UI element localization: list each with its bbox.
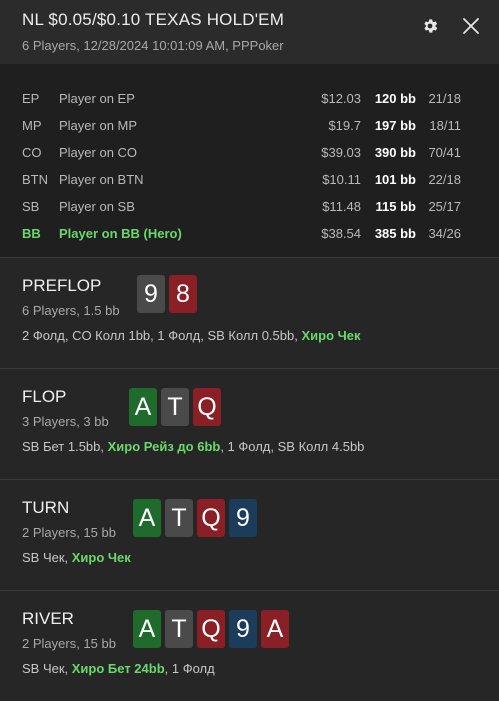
players-table: EP Player on EP $12.03 120 bb 21/18 MP P… bbox=[0, 64, 499, 257]
card: T bbox=[165, 499, 193, 537]
hole-cards: 9 8 bbox=[137, 275, 197, 313]
hero-player-row: BB Player on BB (Hero) $38.54 385 bb 34/… bbox=[0, 224, 499, 244]
player-row: MP Player on MP $19.7 197 bb 18/11 bbox=[0, 116, 499, 136]
player-position: BB bbox=[22, 226, 41, 241]
card: A bbox=[133, 499, 161, 537]
player-stack-bb: 390 bb bbox=[374, 145, 416, 160]
player-stack-bb: 385 bb bbox=[374, 226, 416, 241]
player-position: CO bbox=[22, 145, 42, 160]
close-icon[interactable] bbox=[458, 13, 484, 39]
hero-action: Хиро Рейз до 6bb bbox=[107, 439, 221, 454]
player-stack: $10.11 bbox=[322, 172, 361, 187]
player-name: Player on SB bbox=[59, 199, 135, 214]
player-stack-bb: 101 bb bbox=[374, 172, 416, 187]
board-cards: A T Q 9 A bbox=[133, 610, 289, 648]
card: 8 bbox=[169, 275, 197, 313]
player-name: Player on MP bbox=[59, 118, 138, 133]
player-position: SB bbox=[22, 199, 40, 214]
board-cards: A T Q bbox=[129, 388, 221, 426]
player-stack: $12.03 bbox=[321, 91, 361, 106]
street-actions: SB Чек, Хиро Бет 24bb, 1 Фолд bbox=[22, 661, 215, 676]
street-actions: 2 Фолд, CO Колл 1bb, 1 Фолд, SB Колл 0.5… bbox=[22, 328, 361, 343]
card: 9 bbox=[137, 275, 165, 313]
street-info: 3 Players, 3 bb bbox=[22, 414, 109, 429]
action-text: 2 Фолд, CO Колл 1bb, 1 Фолд, SB Колл 0.5… bbox=[22, 328, 302, 343]
gear-icon[interactable] bbox=[418, 14, 442, 38]
player-stats: 34/26 bbox=[428, 226, 461, 241]
street-name: FLOP bbox=[22, 387, 67, 406]
street-flop: FLOP 3 Players, 3 bb A T Q SB Бет 1.5bb,… bbox=[0, 369, 499, 479]
card: 9 bbox=[229, 499, 257, 537]
player-stats: 21/18 bbox=[428, 91, 461, 106]
card: 9 bbox=[229, 610, 257, 648]
card: T bbox=[165, 610, 193, 648]
player-stats: 70/41 bbox=[428, 145, 461, 160]
street-preflop: PREFLOP 6 Players, 1.5 bb 9 8 2 Фолд, CO… bbox=[0, 258, 499, 368]
hero-action: Хиро Чек bbox=[301, 328, 361, 343]
street-info: 6 Players, 1.5 bb bbox=[22, 303, 120, 318]
hand-info: 6 Players, 12/28/2024 10:01:09 AM, PPPok… bbox=[22, 38, 284, 53]
player-stack-bb: 115 bb bbox=[375, 199, 416, 214]
player-position: BTN bbox=[22, 172, 48, 187]
street-actions: SB Бет 1.5bb, Хиро Рейз до 6bb, 1 Фолд, … bbox=[22, 439, 364, 454]
card: T bbox=[161, 388, 189, 426]
player-stack: $38.54 bbox=[321, 226, 361, 241]
card: A bbox=[261, 610, 289, 648]
player-stats: 22/18 bbox=[428, 172, 461, 187]
action-text: , 1 Фолд bbox=[164, 661, 215, 676]
action-text: SB Бет 1.5bb, bbox=[22, 439, 108, 454]
hero-action: Хиро Чек bbox=[71, 550, 131, 565]
card: A bbox=[133, 610, 161, 648]
player-name: Player on BB (Hero) bbox=[59, 226, 182, 241]
card: A bbox=[129, 388, 157, 426]
game-title: NL $0.05/$0.10 TEXAS HOLD'EM bbox=[22, 10, 285, 29]
player-row: SB Player on SB $11.48 115 bb 25/17 bbox=[0, 197, 499, 217]
player-name: Player on EP bbox=[59, 91, 135, 106]
player-stack-bb: 120 bb bbox=[374, 91, 416, 106]
hand-header: NL $0.05/$0.10 TEXAS HOLD'EM 6 Players, … bbox=[0, 0, 499, 64]
street-actions: SB Чек, Хиро Чек bbox=[22, 550, 131, 565]
action-text: SB Чек, bbox=[22, 550, 72, 565]
street-turn: TURN 2 Players, 15 bb A T Q 9 SB Чек, Хи… bbox=[0, 480, 499, 590]
player-stack: $19.7 bbox=[328, 118, 361, 133]
action-text: SB Чек, bbox=[22, 661, 72, 676]
hero-action: Хиро Бет 24bb bbox=[71, 661, 165, 676]
street-name: PREFLOP bbox=[22, 276, 102, 295]
player-name: Player on BTN bbox=[59, 172, 144, 187]
street-info: 2 Players, 15 bb bbox=[22, 525, 116, 540]
street-name: RIVER bbox=[22, 609, 74, 628]
player-position: MP bbox=[22, 118, 42, 133]
card: Q bbox=[193, 388, 221, 426]
action-text: , 1 Фолд, SB Колл 4.5bb bbox=[220, 439, 365, 454]
player-row: EP Player on EP $12.03 120 bb 21/18 bbox=[0, 89, 499, 109]
player-stack: $39.03 bbox=[321, 145, 361, 160]
player-stats: 25/17 bbox=[428, 199, 461, 214]
player-stats: 18/11 bbox=[429, 118, 461, 133]
card: Q bbox=[197, 499, 225, 537]
street-river: RIVER 2 Players, 15 bb A T Q 9 A SB Чек,… bbox=[0, 591, 499, 701]
street-name: TURN bbox=[22, 498, 70, 517]
player-stack-bb: 197 bb bbox=[374, 118, 416, 133]
player-stack: $11.48 bbox=[322, 199, 361, 214]
player-name: Player on CO bbox=[59, 145, 138, 160]
card: Q bbox=[197, 610, 225, 648]
player-row: CO Player on CO $39.03 390 bb 70/41 bbox=[0, 143, 499, 163]
board-cards: A T Q 9 bbox=[133, 499, 257, 537]
player-position: EP bbox=[22, 91, 40, 106]
street-info: 2 Players, 15 bb bbox=[22, 636, 116, 651]
player-row: BTN Player on BTN $10.11 101 bb 22/18 bbox=[0, 170, 499, 190]
